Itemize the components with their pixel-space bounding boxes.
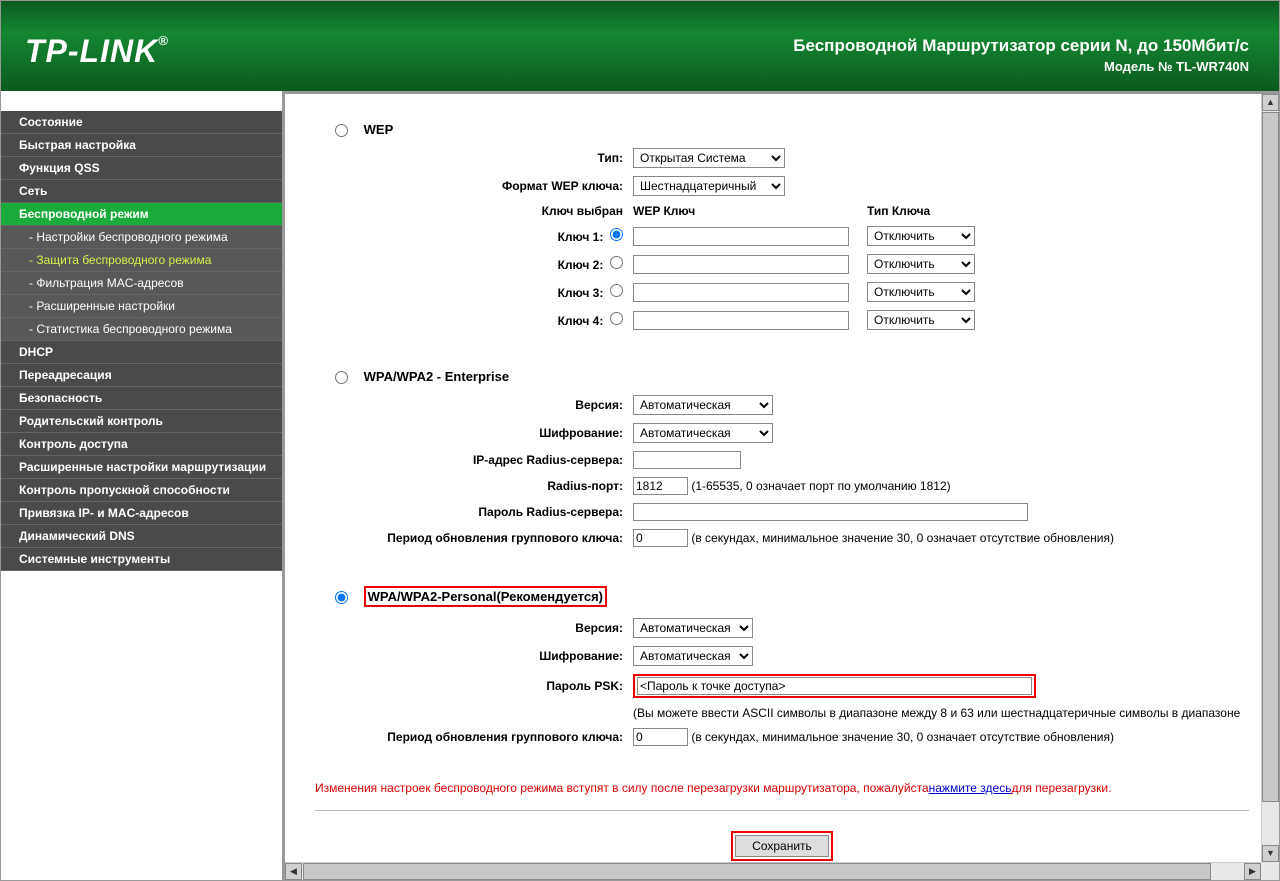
wep-key-radio-4[interactable] xyxy=(610,312,623,325)
sidebar-item-0[interactable]: Состояние xyxy=(1,111,282,134)
ent-radius-ip-input[interactable] xyxy=(633,451,741,469)
sidebar-item-18[interactable]: Динамический DNS xyxy=(1,525,282,548)
scroll-up-icon[interactable]: ▲ xyxy=(1262,94,1279,111)
wep-keytype-header: Тип Ключа xyxy=(863,201,979,221)
header-title: Беспроводной Маршрутизатор серии N, до 1… xyxy=(793,36,1249,56)
wep-key-row-1: Ключ 1: Отключить xyxy=(317,223,979,249)
wep-key-input-1[interactable] xyxy=(633,227,849,246)
sidebar-item-11[interactable]: Переадресация xyxy=(1,364,282,387)
pers-psk-hint: (Вы можете ввести ASCII символы в диапаз… xyxy=(629,703,1244,723)
sidebar-item-8[interactable]: - Расширенные настройки xyxy=(1,295,282,318)
wep-key-radio-3[interactable] xyxy=(610,284,623,297)
pers-psk-label: Пароль PSK: xyxy=(317,671,627,701)
sidebar-item-9[interactable]: - Статистика беспроводного режима xyxy=(1,318,282,341)
vertical-scrollbar[interactable]: ▲ ▼ xyxy=(1261,94,1279,862)
sidebar-item-10[interactable]: DHCP xyxy=(1,341,282,364)
wep-key-type-select-3[interactable]: Отключить xyxy=(867,282,975,302)
wep-type-label: Тип: xyxy=(317,145,627,171)
sidebar-item-12[interactable]: Безопасность xyxy=(1,387,282,410)
wep-key-label-2: Ключ 2: xyxy=(317,251,627,277)
wep-key-label-3: Ключ 3: xyxy=(317,279,627,305)
pers-groupkey-input[interactable] xyxy=(633,728,688,746)
pers-psk-input[interactable] xyxy=(637,677,1032,695)
sidebar-item-16[interactable]: Контроль пропускной способности xyxy=(1,479,282,502)
restart-notice: Изменения настроек беспроводного режима … xyxy=(315,781,1249,795)
sidebar-item-1[interactable]: Быстрая настройка xyxy=(1,134,282,157)
pers-groupkey-label: Период обновления группового ключа: xyxy=(317,725,627,749)
wep-format-select[interactable]: Шестнадцатеричный xyxy=(633,176,785,196)
restart-link[interactable]: нажмите здесь xyxy=(929,781,1012,795)
wep-key-input-2[interactable] xyxy=(633,255,849,274)
main-content-frame: WEP Тип: Открытая Система Формат WEP клю… xyxy=(282,91,1279,880)
scroll-thumb-v[interactable] xyxy=(1262,112,1279,802)
scroll-corner xyxy=(1261,862,1279,880)
sidebar-item-17[interactable]: Привязка IP- и MAC-адресов xyxy=(1,502,282,525)
ent-groupkey-hint: (в секундах, минимальное значение 30, 0 … xyxy=(691,531,1114,545)
sidebar-item-7[interactable]: - Фильтрация MAC-адресов xyxy=(1,272,282,295)
ent-encryption-label: Шифрование: xyxy=(317,420,627,446)
header-banner: TP-LINK® Беспроводной Маршрутизатор сери… xyxy=(1,1,1279,91)
personal-radio[interactable] xyxy=(335,591,348,604)
enterprise-radio[interactable] xyxy=(335,371,348,384)
security-mode-personal[interactable]: WPA/WPA2-Personal(Рекомендуется) xyxy=(315,578,1249,613)
security-mode-wep[interactable]: WEP xyxy=(315,114,1249,143)
ent-version-select[interactable]: Автоматическая xyxy=(633,395,773,415)
pers-encryption-label: Шифрование: xyxy=(317,643,627,669)
wep-key-input-3[interactable] xyxy=(633,283,849,302)
wep-key-header: WEP Ключ xyxy=(629,201,861,221)
scroll-right-icon[interactable]: ▶ xyxy=(1244,863,1261,880)
ent-groupkey-label: Период обновления группового ключа: xyxy=(317,526,627,550)
pers-version-label: Версия: xyxy=(317,615,627,641)
horizontal-scrollbar[interactable]: ◀ ▶ xyxy=(285,862,1261,880)
wep-key-type-select-4[interactable]: Отключить xyxy=(867,310,975,330)
wep-key-type-select-1[interactable]: Отключить xyxy=(867,226,975,246)
ent-radius-port-hint: (1-65535, 0 означает порт по умолчанию 1… xyxy=(691,479,950,493)
header-model: Модель № TL-WR740N xyxy=(1104,59,1249,74)
pers-encryption-select[interactable]: Автоматическая xyxy=(633,646,753,666)
ent-radius-port-input[interactable] xyxy=(633,477,688,495)
ent-radius-pass-label: Пароль Radius-сервера: xyxy=(317,500,627,524)
sidebar-item-3[interactable]: Сеть xyxy=(1,180,282,203)
sidebar-item-6[interactable]: - Защита беспроводного режима xyxy=(1,249,282,272)
sidebar-item-15[interactable]: Расширенные настройки маршрутизации xyxy=(1,456,282,479)
wep-key-input-4[interactable] xyxy=(633,311,849,330)
sidebar-item-5[interactable]: - Настройки беспроводного режима xyxy=(1,226,282,249)
logo: TP-LINK® xyxy=(25,33,169,70)
ent-radius-ip-label: IP-адрес Radius-сервера: xyxy=(317,448,627,472)
ent-encryption-select[interactable]: Автоматическая xyxy=(633,423,773,443)
sidebar-item-2[interactable]: Функция QSS xyxy=(1,157,282,180)
sidebar-item-14[interactable]: Контроль доступа xyxy=(1,433,282,456)
save-button-highlight: Сохранить xyxy=(731,831,833,861)
ent-version-label: Версия: xyxy=(317,392,627,418)
personal-title-highlight: WPA/WPA2-Personal(Рекомендуется) xyxy=(364,586,607,607)
save-button[interactable]: Сохранить xyxy=(735,835,829,857)
ent-groupkey-input[interactable] xyxy=(633,529,688,547)
sidebar-item-19[interactable]: Системные инструменты xyxy=(1,548,282,571)
wep-key-radio-1[interactable] xyxy=(610,228,623,241)
security-mode-enterprise[interactable]: WPA/WPA2 - Enterprise xyxy=(315,361,1249,390)
scroll-thumb-h[interactable] xyxy=(303,863,1211,880)
wep-key-row-4: Ключ 4: Отключить xyxy=(317,307,979,333)
sidebar-nav: СостояниеБыстрая настройкаФункция QSSСет… xyxy=(1,91,282,880)
wep-radio[interactable] xyxy=(335,124,348,137)
wep-key-row-2: Ключ 2: Отключить xyxy=(317,251,979,277)
divider xyxy=(315,810,1249,811)
wep-type-select[interactable]: Открытая Система xyxy=(633,148,785,168)
pers-groupkey-hint: (в секундах, минимальное значение 30, 0 … xyxy=(691,730,1114,744)
sidebar-item-13[interactable]: Родительский контроль xyxy=(1,410,282,433)
wep-key-type-select-2[interactable]: Отключить xyxy=(867,254,975,274)
pers-version-select[interactable]: Автоматическая xyxy=(633,618,753,638)
wep-format-label: Формат WEP ключа: xyxy=(317,173,627,199)
ent-radius-port-label: Radius-порт: xyxy=(317,474,627,498)
sidebar-item-4[interactable]: Беспроводной режим xyxy=(1,203,282,226)
scroll-down-icon[interactable]: ▼ xyxy=(1262,845,1279,862)
wep-key-label-1: Ключ 1: xyxy=(317,223,627,249)
wep-selected-label: Ключ выбран xyxy=(317,201,627,221)
wep-key-row-3: Ключ 3: Отключить xyxy=(317,279,979,305)
psk-input-highlight xyxy=(633,674,1036,698)
ent-radius-pass-input[interactable] xyxy=(633,503,1028,521)
scroll-left-icon[interactable]: ◀ xyxy=(285,863,302,880)
wep-key-label-4: Ключ 4: xyxy=(317,307,627,333)
wep-key-radio-2[interactable] xyxy=(610,256,623,269)
